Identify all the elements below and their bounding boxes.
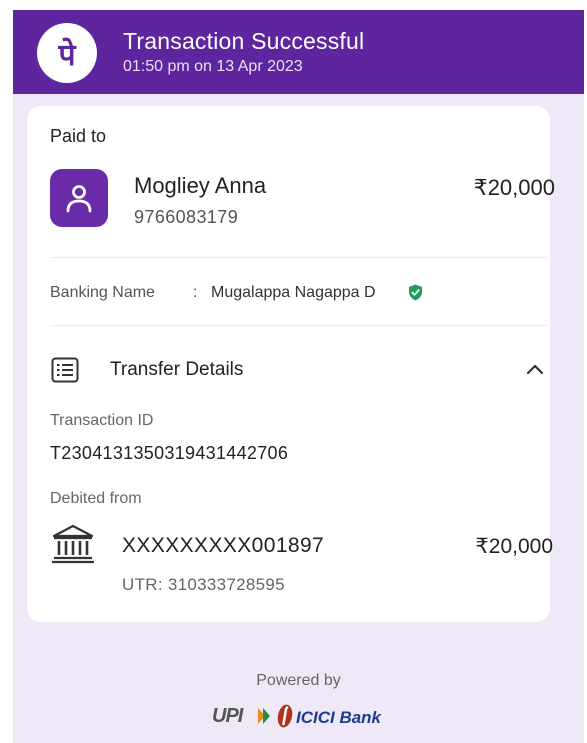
banking-name-separator: : [193,284,198,301]
icici-logo-icon [277,704,293,728]
transaction-id-label: Transaction ID [50,412,154,429]
divider [50,325,547,326]
phonepe-logo: पे [37,23,97,83]
debit-account-number: XXXXXXXXX001897 [122,534,325,557]
partner-logos: UPI ICICI Bank [212,703,392,731]
frame-top [0,0,587,10]
payee-name: Mogliey Anna [134,173,267,198]
verified-shield-icon [409,284,422,301]
transaction-status-title: Transaction Successful [123,28,365,54]
powered-by-label: Powered by [256,672,341,689]
debited-from-label: Debited from [50,490,142,507]
receipt-list-icon [51,357,79,383]
paid-to-label: Paid to [50,126,107,146]
payee-avatar[interactable] [50,169,108,227]
payee-phone: 9766083179 [134,207,239,227]
transaction-datetime: 01:50 pm on 13 Apr 2023 [123,58,303,75]
transaction-id-value: T2304131350319431442706 [50,443,289,463]
bank-building-icon [52,524,94,564]
banking-name-label: Banking Name [50,284,155,301]
transaction-card: Paid to Mogliey Anna 9766083179 ₹20,000 … [27,106,555,622]
upi-arrow-icon [258,708,270,724]
banking-name: Mugalappa Nagappa D [211,284,376,301]
debit-amount: ₹20,000 [475,535,553,558]
status-header: पे Transaction Successful 01:50 pm on 13… [13,10,584,94]
utr-number: UTR: 310333728595 [122,575,285,594]
chevron-up-icon[interactable] [525,362,545,376]
payment-amount: ₹20,000 [473,175,555,200]
phonepe-logo-glyph: पे [58,37,76,73]
transfer-details-title[interactable]: Transfer Details [110,359,243,381]
upi-logo: UPI [212,705,243,727]
frame-left [0,0,13,743]
icici-bank-logo-text: ICICI Bank [296,708,382,727]
user-icon [66,185,92,213]
divider [50,257,547,258]
